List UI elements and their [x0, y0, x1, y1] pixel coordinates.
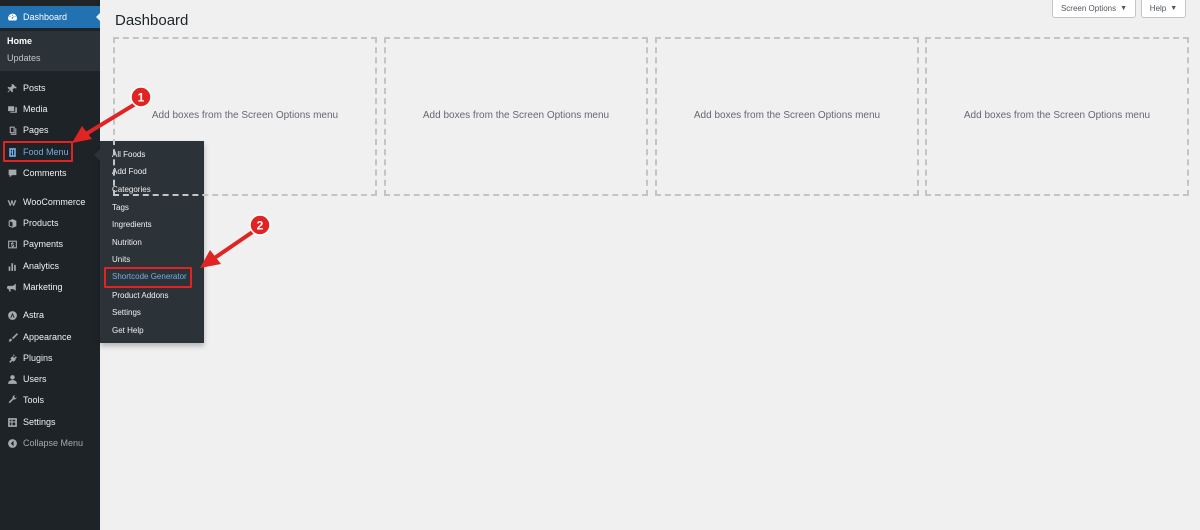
step-badge-2: 2	[249, 214, 271, 236]
annotation-overlay: 1 2	[72, 86, 271, 268]
step-badge-1: 1	[130, 86, 152, 108]
arrow-1	[72, 101, 139, 143]
step-badge-1-label: 1	[138, 91, 145, 105]
arrow-2	[200, 229, 256, 268]
step-badge-2-label: 2	[257, 219, 264, 233]
